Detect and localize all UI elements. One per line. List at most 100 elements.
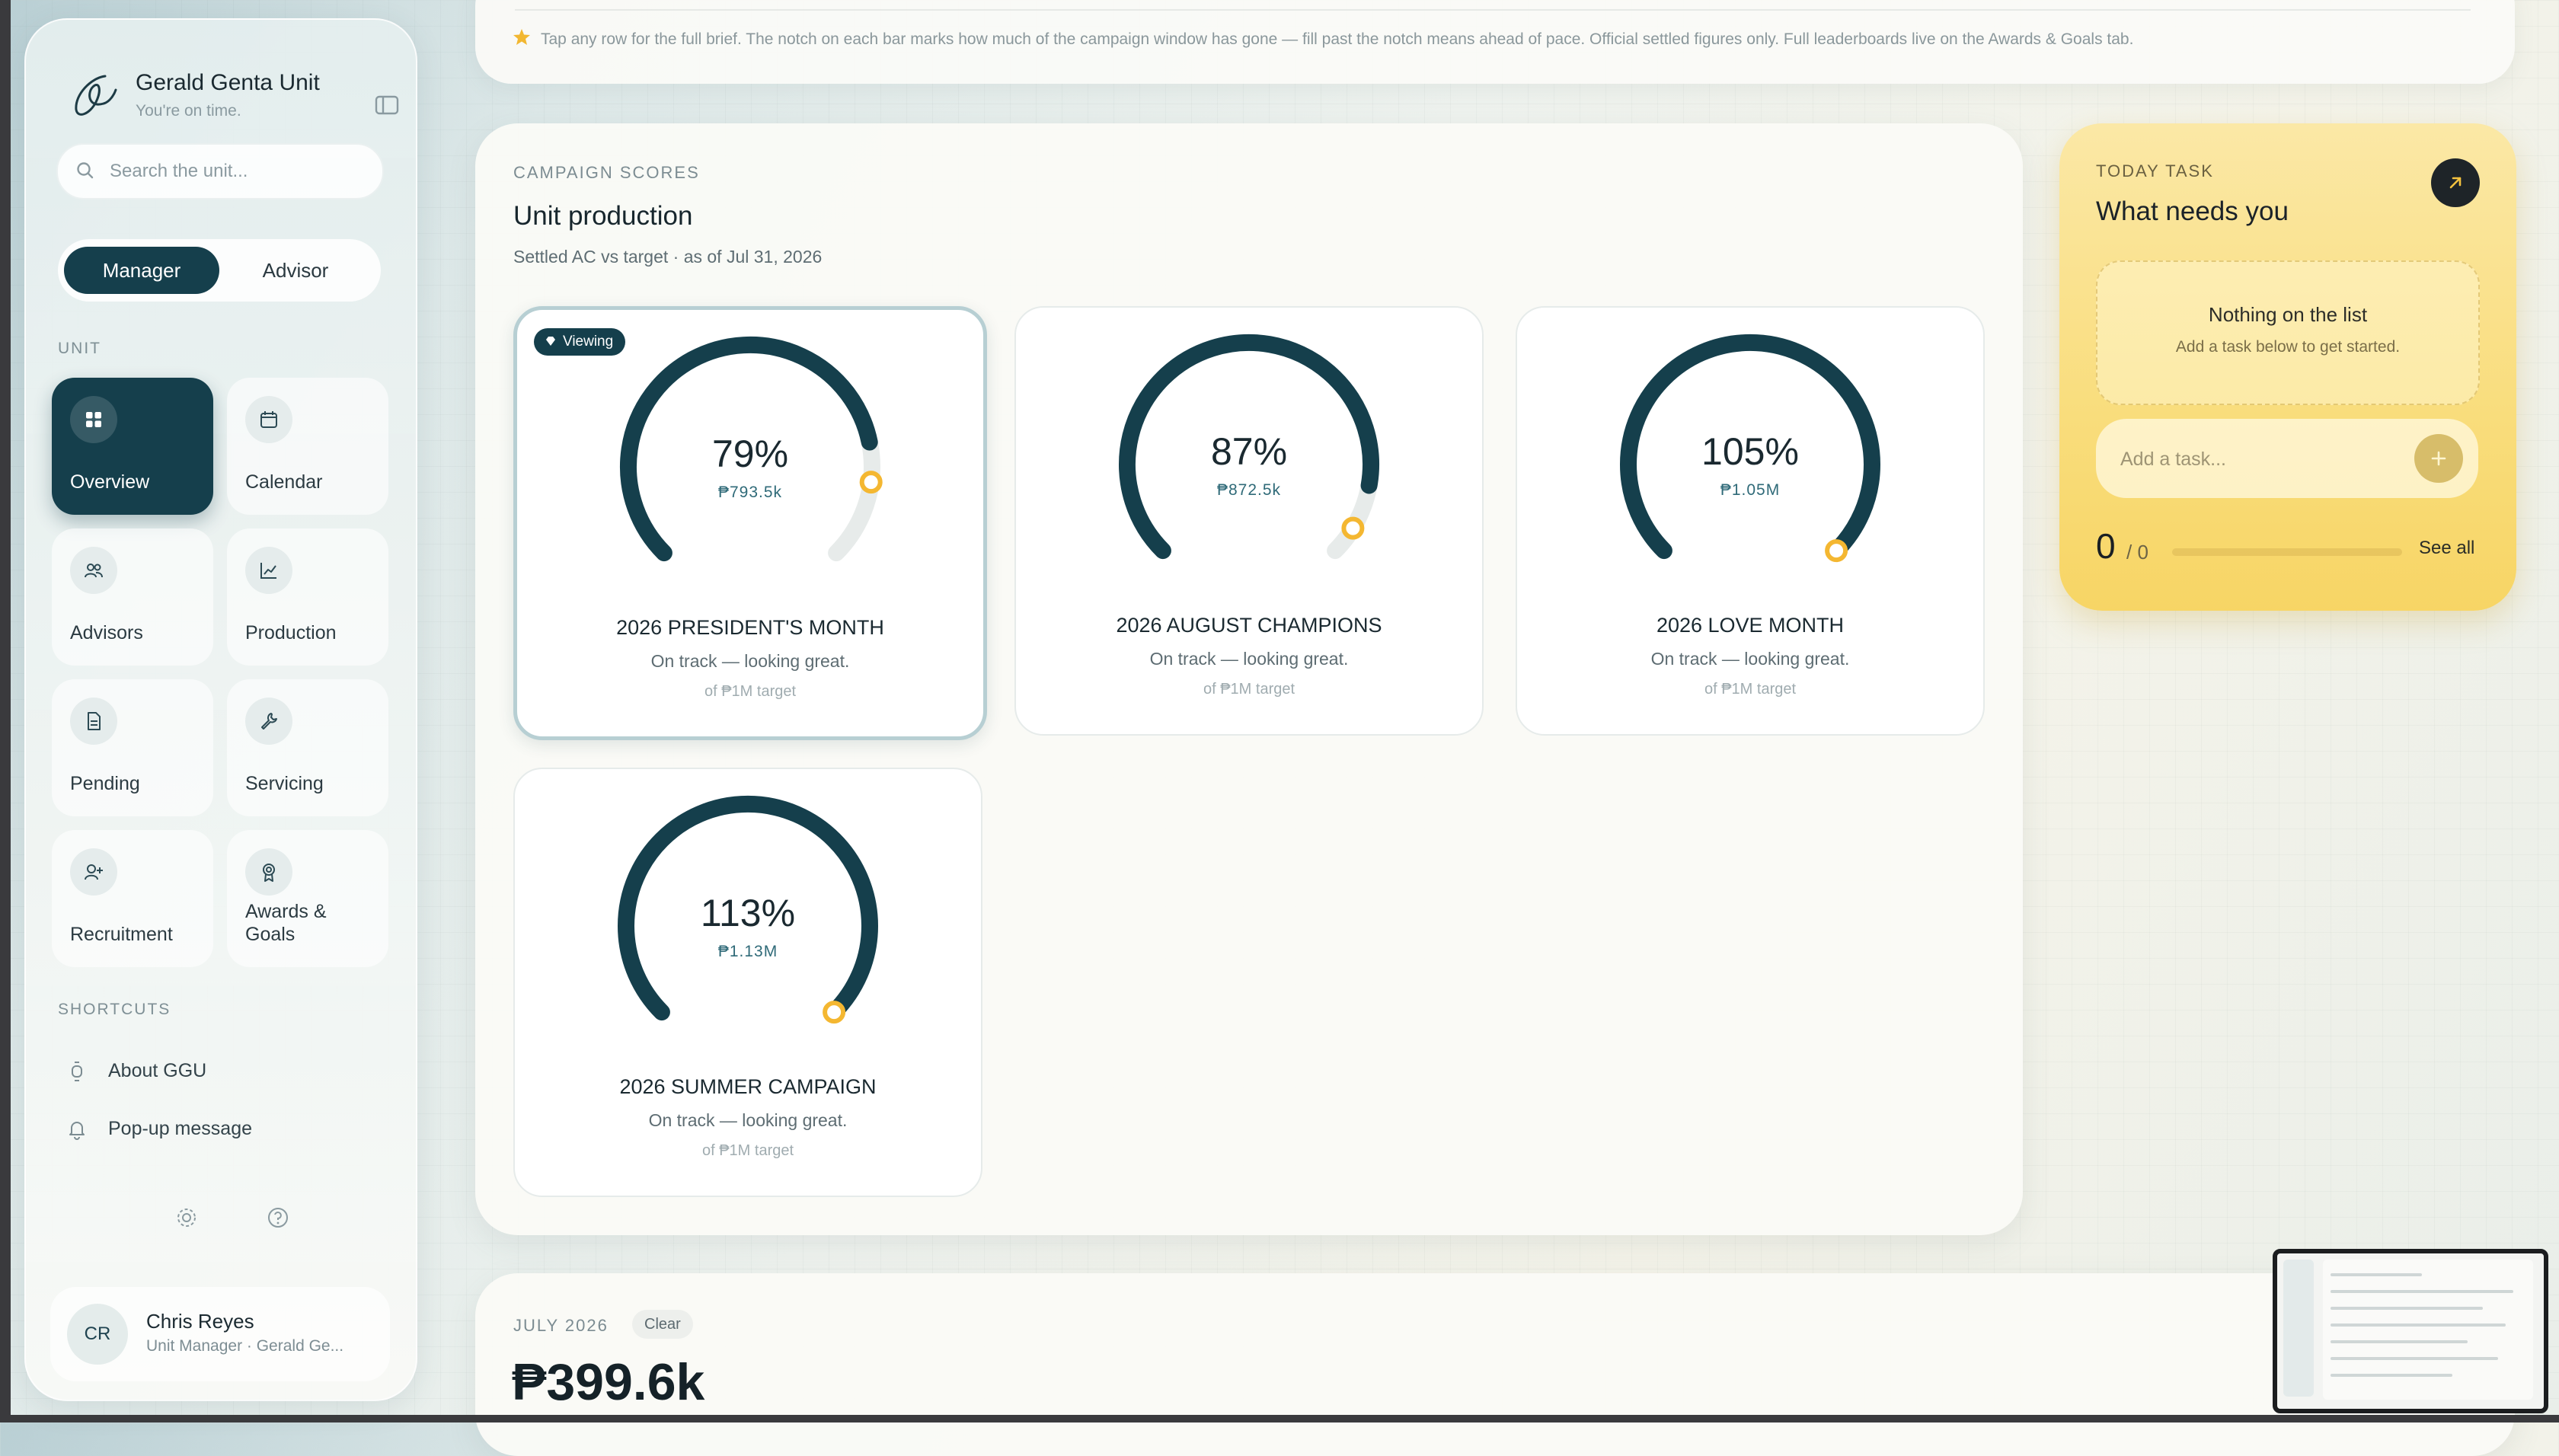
thumb-row bbox=[2331, 1323, 2506, 1327]
star-icon bbox=[513, 29, 530, 45]
thumb-row bbox=[2331, 1340, 2468, 1343]
nav-icon-wrap bbox=[245, 698, 292, 745]
window-edge-bottom bbox=[0, 1415, 2559, 1422]
role-switch: Manager Advisor bbox=[58, 239, 381, 302]
gauge-target: of ₱1M target bbox=[701, 1142, 794, 1159]
screen-thumbnail[interactable] bbox=[2273, 1249, 2548, 1413]
help-icon[interactable] bbox=[265, 1205, 291, 1231]
open-tasks-button[interactable] bbox=[2431, 158, 2480, 207]
search-icon bbox=[77, 162, 94, 179]
clear-chip[interactable]: Clear bbox=[632, 1310, 693, 1339]
task-done-count: 0 bbox=[2096, 526, 2116, 566]
wrench-icon bbox=[261, 713, 277, 730]
nav-tile-servicing[interactable]: Servicing bbox=[227, 679, 388, 816]
sidebar: Gerald Genta Unit You're on time. Manage… bbox=[24, 18, 417, 1401]
add-task-button[interactable] bbox=[2414, 434, 2463, 483]
sidebar-toggle-icon[interactable] bbox=[373, 91, 401, 119]
users-icon bbox=[85, 564, 103, 578]
nav-icon-wrap bbox=[70, 396, 117, 443]
task-title: What needs you bbox=[2096, 196, 2289, 226]
gauge-amount: ₱1.13M bbox=[717, 943, 778, 960]
month-eyebrow: JULY 2026 bbox=[513, 1316, 609, 1335]
campaign-gauge-card[interactable]: 113% ₱1.13M 2026 SUMMER CAMPAIGN On trac… bbox=[513, 768, 982, 1197]
campaign-gauge-card[interactable]: 105% ₱1.05M 2026 LOVE MONTH On track — l… bbox=[1516, 306, 1985, 736]
empty-title: Nothing on the list bbox=[2208, 303, 2368, 326]
brand-logo-icon bbox=[75, 75, 117, 116]
gauge-target: of ₱1M target bbox=[1203, 681, 1295, 698]
diamond-icon bbox=[546, 337, 555, 346]
user-plus-icon bbox=[85, 864, 103, 880]
campaign-gauge-card[interactable]: Viewing 79% ₱793.5k 2026 PRESIDENT'S MON… bbox=[513, 306, 987, 740]
thumb-row bbox=[2331, 1273, 2422, 1276]
thumb-main bbox=[2323, 1260, 2533, 1400]
shortcuts-section-label: SHORTCUTS bbox=[58, 1001, 171, 1018]
nav-section-label: UNIT bbox=[58, 340, 101, 357]
campaign-gauge-card[interactable]: 87% ₱872.5k 2026 AUGUST CHAMPIONS On tra… bbox=[1014, 306, 1484, 736]
gauge-amount: ₱872.5k bbox=[1216, 481, 1282, 499]
nav-tile-label: Advisors bbox=[70, 622, 143, 643]
month-summary-card: JULY 2026 Clear ₱399.6k bbox=[475, 1273, 2515, 1456]
user-name: Chris Reyes bbox=[146, 1310, 254, 1333]
campaign-subtitle: Settled AC vs target · as of Jul 31, 202… bbox=[513, 247, 823, 267]
gauge-amount: ₱793.5k bbox=[717, 484, 783, 501]
document-icon bbox=[88, 712, 101, 730]
gauge-campaign-name: 2026 AUGUST CHAMPIONS bbox=[1116, 614, 1382, 637]
thumb-row bbox=[2331, 1290, 2513, 1293]
viewing-label: Viewing bbox=[563, 334, 614, 350]
settings-icon[interactable] bbox=[174, 1205, 200, 1231]
nav-tile-awards-goals[interactable]: Awards & Goals bbox=[227, 830, 388, 967]
nav-tile-production[interactable]: Production bbox=[227, 528, 388, 666]
today-task-card: TODAY TASK What needs you Nothing on the… bbox=[2059, 123, 2516, 611]
campaign-title: Unit production bbox=[513, 201, 693, 231]
shortcut-label: About GGU bbox=[108, 1060, 207, 1081]
nav-icon-wrap bbox=[245, 848, 292, 896]
add-task-input[interactable] bbox=[2119, 443, 2411, 475]
nav-tile-recruitment[interactable]: Recruitment bbox=[52, 830, 213, 967]
user-card[interactable]: CR Chris Reyes Unit Manager · Gerald Ge.… bbox=[50, 1287, 390, 1381]
brand: Gerald Genta Unit You're on time. bbox=[61, 59, 399, 136]
gauge-status: On track — looking great. bbox=[648, 1110, 848, 1130]
nav-tile-pending[interactable]: Pending bbox=[52, 679, 213, 816]
gauge-percent: 113% bbox=[700, 892, 796, 934]
nav-tile-label: Servicing bbox=[245, 773, 324, 794]
thumb-row bbox=[2331, 1307, 2483, 1310]
brand-tagline: You're on time. bbox=[136, 102, 241, 120]
gauge-notch bbox=[823, 1001, 846, 1024]
gauge-target: of ₱1M target bbox=[1704, 681, 1797, 698]
thumb-row bbox=[2331, 1374, 2452, 1377]
plus-icon bbox=[2431, 451, 2446, 466]
month-amount: ₱399.6k bbox=[512, 1353, 705, 1411]
banner-text: Tap any row for the full brief. The notc… bbox=[541, 30, 2134, 48]
gauge-notch bbox=[1341, 516, 1365, 540]
gauge-percent: 105% bbox=[1701, 430, 1799, 473]
gauge-notch bbox=[1825, 539, 1848, 563]
user-role: Unit Manager · Gerald Ge... bbox=[146, 1337, 344, 1355]
nav-icon-wrap bbox=[245, 547, 292, 594]
task-total-count: / 0 bbox=[2126, 541, 2148, 564]
see-all-link[interactable]: See all bbox=[2419, 538, 2474, 559]
shortcut-about-ggu[interactable]: About GGU bbox=[65, 1052, 385, 1090]
nav-tile-label: Production bbox=[245, 622, 337, 643]
watch-icon bbox=[72, 1062, 82, 1081]
nav-tile-label: Overview bbox=[70, 471, 150, 493]
task-eyebrow: TODAY TASK bbox=[2096, 161, 2214, 180]
arrow-up-right-icon bbox=[2449, 177, 2462, 189]
nav-tile-advisors[interactable]: Advisors bbox=[52, 528, 213, 666]
empty-subtitle: Add a task below to get started. bbox=[2175, 338, 2401, 356]
banner-divider bbox=[515, 9, 2471, 11]
gauge-campaign-name: 2026 PRESIDENT'S MONTH bbox=[616, 616, 884, 639]
nav-tile-label: Pending bbox=[70, 773, 140, 794]
viewing-badge: Viewing bbox=[534, 328, 626, 356]
role-advisor-button[interactable]: Advisor bbox=[218, 247, 373, 294]
gauge-campaign-name: 2026 LOVE MONTH bbox=[1656, 614, 1845, 637]
info-banner: Tap any row for the full brief. The notc… bbox=[475, 0, 2515, 84]
role-manager-button[interactable]: Manager bbox=[64, 247, 219, 294]
gauge-amount: ₱1.05M bbox=[1720, 481, 1781, 499]
nav-tile-overview[interactable]: Overview bbox=[52, 378, 213, 515]
nav-tile-label: Recruitment bbox=[70, 924, 173, 945]
nav-icon-wrap bbox=[245, 396, 292, 443]
task-progress-bar bbox=[2172, 548, 2402, 556]
shortcut-popup-message[interactable]: Pop-up message bbox=[65, 1110, 385, 1148]
search-input[interactable] bbox=[108, 155, 363, 187]
nav-tile-calendar[interactable]: Calendar bbox=[227, 378, 388, 515]
